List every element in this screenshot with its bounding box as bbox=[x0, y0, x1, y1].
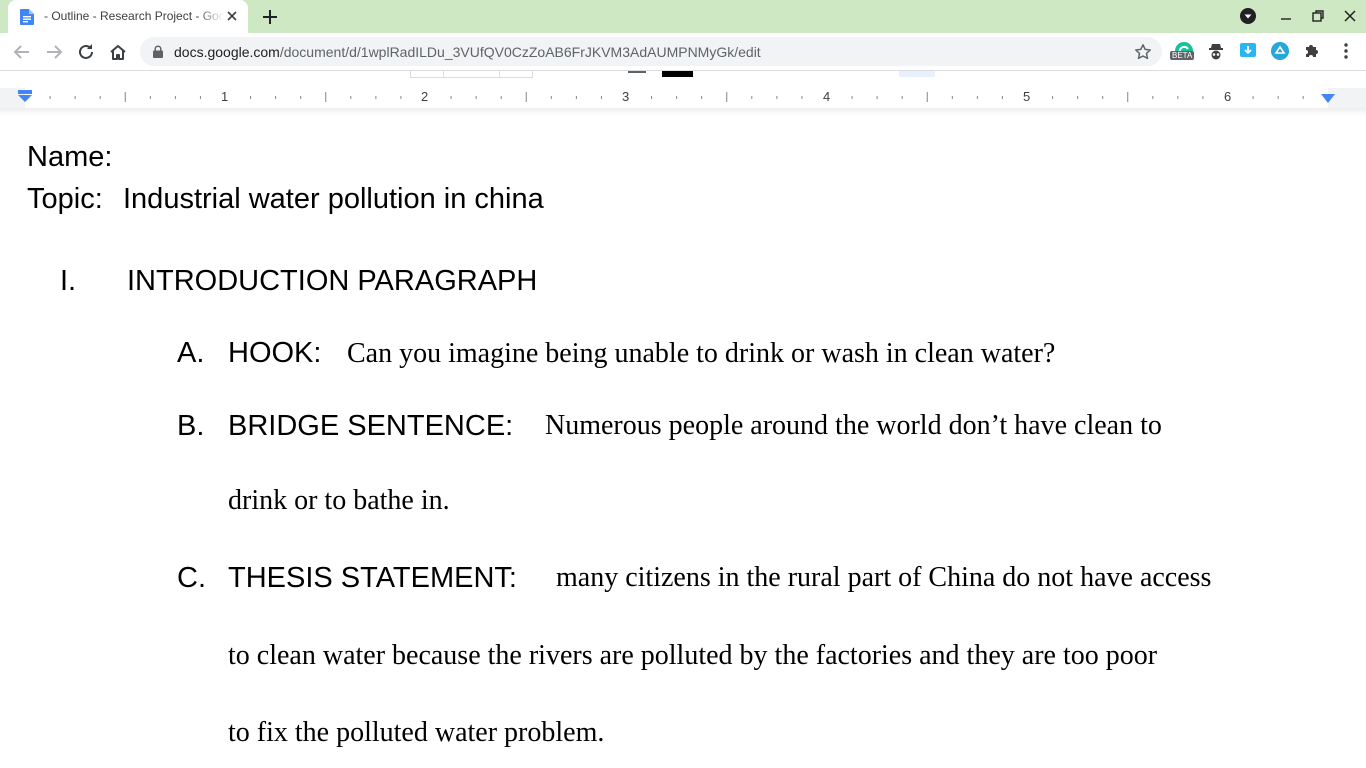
thesis-text[interactable]: to fix the polluted water problem. bbox=[228, 717, 604, 749]
bridge-text[interactable]: drink or to bathe in. bbox=[228, 485, 450, 517]
reload-icon[interactable] bbox=[76, 42, 96, 62]
lock-icon[interactable] bbox=[152, 45, 164, 58]
toolbar-line-stub bbox=[628, 71, 646, 73]
puzzle-icon[interactable] bbox=[1302, 41, 1322, 61]
left-indent-marker-icon[interactable] bbox=[17, 90, 33, 106]
ruler-number: 6 bbox=[1224, 89, 1232, 104]
item-letter[interactable]: C. bbox=[177, 561, 206, 595]
text-color-swatch[interactable] bbox=[662, 71, 693, 77]
kebab-menu-icon[interactable] bbox=[1336, 41, 1356, 61]
name-label[interactable]: Name: bbox=[27, 140, 112, 174]
tab-title: - Outline - Research Project - Google Do… bbox=[44, 9, 224, 23]
topic-value[interactable]: Industrial water pollution in china bbox=[123, 182, 544, 216]
extension-spy-icon[interactable] bbox=[1206, 41, 1226, 61]
right-indent-marker-icon[interactable] bbox=[1320, 93, 1336, 105]
extension-save-icon[interactable] bbox=[1238, 41, 1258, 61]
tab-strip: - Outline - Research Project - Google Do… bbox=[0, 0, 1366, 33]
thesis-text[interactable]: to clean water because the rivers are po… bbox=[228, 640, 1157, 672]
back-arrow-icon[interactable] bbox=[12, 42, 32, 62]
url-path: /document/d/1wplRadILDu_3VUfQV0CzZoAB6Fr… bbox=[279, 44, 761, 60]
section-heading[interactable]: INTRODUCTION PARAGRAPH bbox=[127, 264, 537, 298]
url-host: docs.google.com bbox=[174, 44, 280, 60]
plus-icon[interactable] bbox=[260, 7, 280, 27]
bridge-text[interactable]: Numerous people around the world don’t h… bbox=[545, 410, 1162, 442]
item-letter[interactable]: B. bbox=[177, 409, 204, 443]
item-letter[interactable]: A. bbox=[177, 336, 204, 370]
ruler-number: 4 bbox=[823, 89, 831, 104]
ruler-number: 1 bbox=[221, 89, 229, 104]
close-icon[interactable] bbox=[224, 8, 240, 24]
address-bar[interactable]: docs.google.com/document/d/1wplRadILDu_3… bbox=[140, 37, 1162, 66]
extension-beta-badge: BETA bbox=[1170, 51, 1195, 60]
toolbar-active-stub[interactable] bbox=[899, 71, 935, 77]
hook-label[interactable]: HOOK: bbox=[228, 336, 321, 370]
toolbar-control-stub[interactable] bbox=[443, 71, 500, 78]
close-icon[interactable] bbox=[1342, 8, 1358, 24]
extension-circle-icon[interactable] bbox=[1270, 41, 1290, 61]
forward-arrow-icon[interactable] bbox=[44, 42, 64, 62]
ruler-number: 5 bbox=[1023, 89, 1031, 104]
bridge-label[interactable]: BRIDGE SENTENCE: bbox=[228, 409, 513, 443]
docs-toolbar-fragment bbox=[0, 70, 1366, 89]
ruler-number: 3 bbox=[622, 89, 630, 104]
docs-favicon-icon bbox=[20, 9, 34, 25]
home-icon[interactable] bbox=[108, 42, 128, 62]
browser-tab[interactable]: - Outline - Research Project - Google Do… bbox=[8, 0, 248, 33]
ruler-number: 2 bbox=[421, 89, 429, 104]
page-top-shadow bbox=[0, 108, 1366, 116]
section-numeral[interactable]: I. bbox=[60, 264, 76, 298]
topic-label[interactable]: Topic: bbox=[27, 182, 103, 216]
profile-dropdown-icon[interactable] bbox=[1240, 8, 1256, 24]
minimize-icon[interactable] bbox=[1278, 8, 1294, 24]
toolbar-control-stub[interactable] bbox=[410, 71, 444, 78]
url-text[interactable]: docs.google.com/document/d/1wplRadILDu_3… bbox=[174, 44, 761, 60]
browser-toolbar: docs.google.com/document/d/1wplRadILDu_3… bbox=[0, 33, 1366, 70]
ruler[interactable]: 1 2 3 4 5 6 bbox=[0, 88, 1366, 109]
restore-icon[interactable] bbox=[1310, 8, 1326, 24]
thesis-text[interactable]: many citizens in the rural part of China… bbox=[556, 562, 1211, 594]
hook-text[interactable]: Can you imagine being unable to drink or… bbox=[347, 338, 1055, 370]
toolbar-control-stub[interactable] bbox=[499, 71, 533, 78]
thesis-label[interactable]: THESIS STATEMENT: bbox=[228, 561, 517, 595]
ruler-ticks bbox=[0, 88, 1366, 108]
star-icon[interactable] bbox=[1134, 43, 1152, 61]
